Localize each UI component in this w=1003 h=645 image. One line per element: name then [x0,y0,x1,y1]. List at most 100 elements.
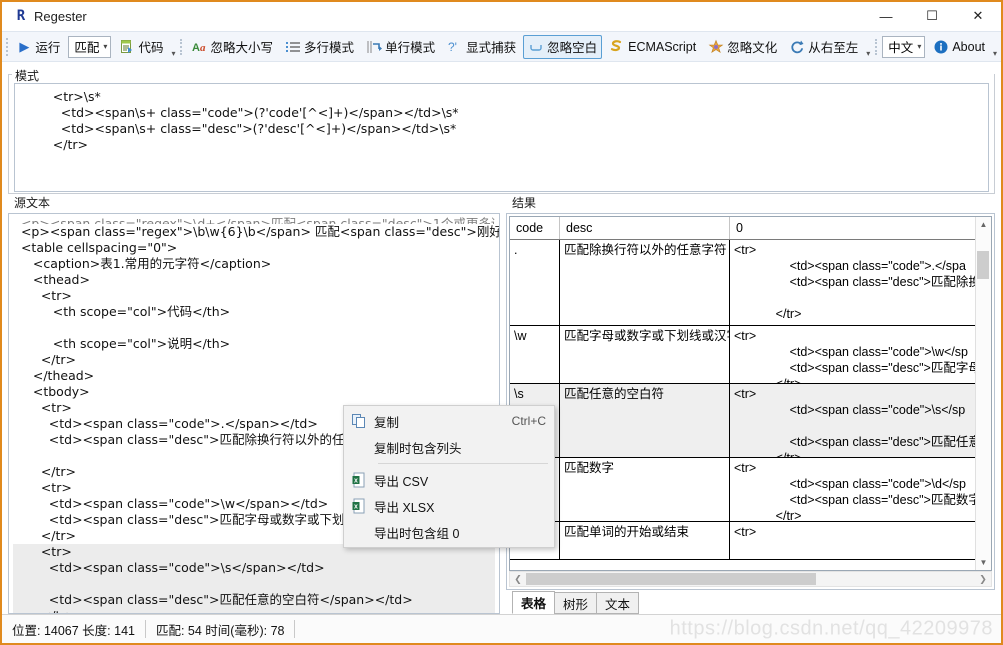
toolbar-run-button[interactable]: ▶ 运行 [11,35,65,59]
minimize-button[interactable]: — [863,2,909,30]
table-cell-desc: 匹配任意的空白符 [560,384,730,457]
source-line [13,320,495,336]
context-menu-item[interactable]: 复制Ctrl+C [344,408,554,434]
table-row[interactable]: \s匹配任意的空白符<tr> <td><span class="code">\s… [510,384,991,458]
source-line: <p><span class="regex">\d+</span>匹配<span… [13,216,495,224]
context-menu-item[interactable]: 复制时包含列头 [344,434,554,460]
toolbar-mode-combo[interactable]: 匹配 ▾ [68,36,111,58]
close-button[interactable]: ✕ [955,2,1001,30]
results-view-tabs: 表格树形文本 [506,592,995,614]
table-row[interactable]: .匹配除换行符以外的任意字符<tr> <td><span class="code… [510,240,991,326]
watermark-text: https://blog.csdn.net/qq_42209978 [670,618,993,641]
title-bar: R Regester — ☐ ✕ [2,2,1001,31]
tab-text[interactable]: 文本 [596,592,639,614]
excel-csv-icon: x [344,472,374,488]
source-pane: 源文本 <p><span class="regex">\d+</span>匹配<… [8,194,500,614]
table-row[interactable]: \w匹配字母或数字或下划线或汉字<tr> <td><span class="co… [510,326,991,384]
toolbar-righttoleft-button[interactable]: 从右至左 [784,35,863,59]
explicit-capture-icon: ?' [447,39,463,55]
about-icon [933,39,949,55]
singleline-icon [366,39,382,55]
toolbar-overflow-1[interactable]: ▾ [171,36,175,57]
status-match: 匹配: 54 时间(毫秒): 78 [146,620,296,638]
vertical-scroll-thumb[interactable] [977,251,989,279]
toolbar-ignorewhitespace-label: 忽略空白 [547,37,597,56]
column-header-code[interactable]: code [510,217,560,239]
toolbar-ignoreculture-label: 忽略文化 [727,37,777,56]
pattern-input[interactable]: <tr>\s* <td><span\s+ class="code">(?'cod… [14,83,989,192]
source-line: <td><span class="desc">匹配任意的空白符</span></… [13,592,495,608]
table-row[interactable]: 匹配数字<tr> <td><span class="code">\d</sp <… [510,458,991,522]
toolbar-mode-value: 匹配 [74,37,99,56]
toolbar-language-combo[interactable]: 中文 ▾ [882,36,925,58]
results-context-menu[interactable]: 复制Ctrl+C复制时包含列头x导出 CSVx导出 XLSX导出时包含组 0 [343,405,555,548]
source-group-title: 源文本 [8,194,500,213]
source-line: <td><span class="code">\s</span></td> [13,560,495,576]
tab-tree[interactable]: 树形 [554,592,597,614]
toolbar-ecmascript-button[interactable]: ECMAScript [604,35,701,59]
results-grid-body: .匹配除换行符以外的任意字符<tr> <td><span class="code… [510,240,991,570]
tab-table[interactable]: 表格 [512,591,555,614]
source-line: <p><span class="regex">\b\w{6}\b</span> … [13,224,495,240]
results-grid-header: code desc 0 [510,217,991,240]
table-cell-group0: <tr> <td><span class="code">\w</sp <td><… [730,326,991,383]
toolbar-ignorecase-button[interactable]: Aa 忽略大小写 [187,35,279,59]
context-menu-item[interactable]: 导出时包含组 0 [344,519,554,545]
context-menu-item-label: 导出 XLSX [374,497,546,516]
table-row[interactable]: \b匹配单词的开始或结束<tr> [510,522,991,560]
table-cell-group0: <tr> <td><span class="code">.</spa <td><… [730,240,991,325]
svg-text:x: x [354,478,358,485]
toolbar-grip[interactable] [6,38,8,56]
horizontal-scroll-thumb[interactable] [526,573,816,585]
scroll-left-icon[interactable]: ❮ [510,574,526,585]
toolbar-explicitcapture-label: 显式捕获 [466,37,516,56]
copy-icon [344,413,374,429]
source-line: <thead> [13,272,495,288]
context-menu-item[interactable]: x导出 XLSX [344,493,554,519]
code-icon [119,39,135,55]
results-grid[interactable]: code desc 0 .匹配除换行符以外的任意字符<tr> <td><span… [509,216,992,571]
svg-text:a: a [200,42,206,54]
scroll-down-icon[interactable]: ▼ [976,555,991,570]
context-menu-item[interactable]: x 导出 CSV [344,467,554,493]
column-header-desc[interactable]: desc [560,217,730,239]
app-window: R Regester — ☐ ✕ ▶ 运行 匹配 ▾ 代码 ▾ Aa [0,0,1003,645]
status-position: 位置: 14067 长度: 141 [2,620,146,638]
scroll-up-icon[interactable]: ▲ [976,217,991,232]
table-cell-group0: <tr> [730,522,991,559]
toolbar-code-button[interactable]: 代码 [114,35,168,59]
context-menu-item-label: 复制时包含列头 [374,438,546,457]
excel-xlsx-icon: x [344,498,374,514]
scroll-right-icon[interactable]: ❯ [975,574,991,585]
toolbar-multiline-button[interactable]: 多行模式 [280,35,359,59]
table-cell-group0: <tr> <td><span class="code">\s</sp <td><… [730,384,991,457]
column-header-group0[interactable]: 0 [730,217,991,239]
play-icon: ▶ [16,39,32,55]
chevron-down-icon: ▾ [103,42,107,51]
table-cell-group0: <tr> <td><span class="code">\d</sp <td><… [730,458,991,521]
window-controls: — ☐ ✕ [863,2,1001,30]
table-cell-desc: 匹配数字 [560,458,730,521]
table-cell-code: . [510,240,560,325]
source-line: <caption>表1.常用的元字符</caption> [13,256,495,272]
ecmascript-icon [609,39,625,55]
source-line: <table cellspacing="0"> [13,240,495,256]
maximize-button[interactable]: ☐ [909,2,955,30]
righttoleft-icon [789,39,805,55]
toolbar-about-button[interactable]: About [928,35,990,59]
toolbar-run-label: 运行 [35,37,60,56]
toolbar-ignorewhitespace-button[interactable]: 忽略空白 [523,35,602,59]
toolbar-ignoreculture-button[interactable]: 忽略文化 [703,35,782,59]
results-vertical-scrollbar[interactable]: ▲ ▼ [975,217,991,570]
context-menu-item-label: 导出 CSV [374,471,546,490]
toolbar-separator-1 [180,39,182,55]
ignore-culture-icon [708,39,724,55]
results-horizontal-scrollbar[interactable]: ❮ ❯ [509,571,992,587]
main-split: 源文本 <p><span class="regex">\d+</span>匹配<… [2,194,1001,614]
toolbar-overflow-3[interactable]: ▾ [993,36,997,57]
toolbar-singleline-button[interactable]: 单行模式 [361,35,440,59]
toolbar-overflow-2[interactable]: ▾ [866,36,870,57]
toolbar-explicitcapture-button[interactable]: ?' 显式捕获 [442,35,521,59]
ignore-case-icon: Aa [192,39,208,55]
context-menu-item-label: 导出时包含组 0 [374,523,546,542]
